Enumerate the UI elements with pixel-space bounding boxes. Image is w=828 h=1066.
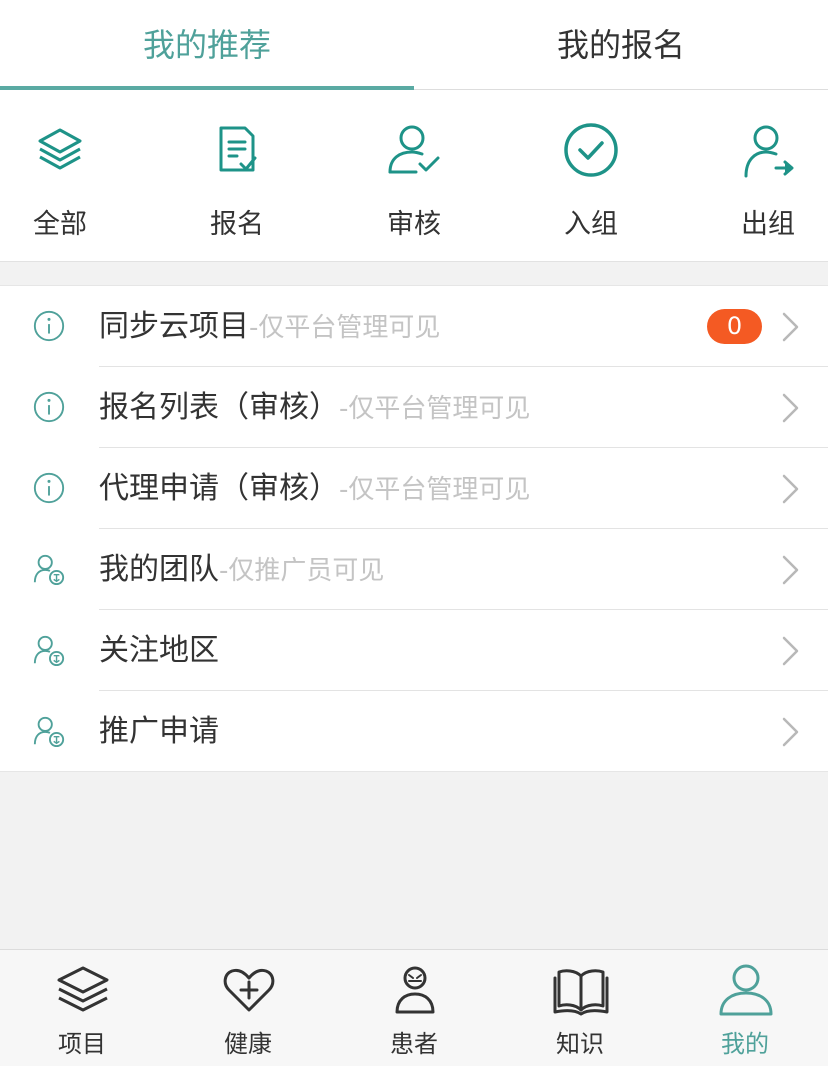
quick-action-label: 报名 [210, 209, 264, 240]
agent-user-icon [33, 635, 65, 667]
chevron-right-icon [782, 636, 799, 666]
chevron-right-icon [782, 393, 799, 423]
top-tabs: 我的推荐 我的报名 [0, 0, 828, 90]
menu-item-hint: -仅推广员可见 [219, 556, 385, 586]
tabbar-item-mine[interactable]: 我的 [680, 950, 810, 1058]
user-check-icon [388, 125, 440, 174]
menu-item-text: 关注地区 [99, 610, 219, 691]
tabbar-label: 我的 [721, 1030, 769, 1058]
user-arrow-icon [744, 125, 794, 178]
tabbar-label: 项目 [58, 1030, 106, 1058]
chevron-right-icon [782, 717, 799, 747]
menu-item-sync-cloud[interactable]: 同步云项目-仅平台管理可见 0 [0, 286, 828, 367]
info-icon [33, 391, 65, 423]
menu-item-signup-list[interactable]: 报名列表（审核）-仅平台管理可见 [0, 367, 828, 448]
tabbar-item-knowledge[interactable]: 知识 [515, 950, 645, 1058]
menu-item-title: 推广申请 [99, 714, 219, 749]
menu-item-agent-apply[interactable]: 代理申请（审核）-仅平台管理可见 [0, 448, 828, 529]
agent-user-icon [33, 716, 65, 748]
quick-action-label: 入组 [564, 209, 618, 240]
menu-item-title: 同步云项目 [99, 309, 249, 344]
tabbar-label: 健康 [224, 1030, 272, 1058]
tab-my-recommend[interactable]: 我的推荐 [0, 0, 414, 90]
chevron-right-icon [782, 474, 799, 504]
info-icon [33, 310, 65, 342]
quick-action-signup[interactable]: 报名 [177, 90, 297, 262]
menu-item-title: 关注地区 [99, 633, 219, 668]
tabbar-label: 知识 [556, 1030, 604, 1058]
menu-item-follow-region[interactable]: 关注地区 [0, 610, 828, 691]
quick-actions: 全部 报名 审核 入组 出组 [0, 90, 828, 262]
layers-icon [57, 966, 109, 1012]
chevron-right-icon [782, 555, 799, 585]
tabbar-label: 患者 [390, 1030, 438, 1058]
layers-icon [38, 128, 82, 170]
tabbar-item-patients[interactable]: 患者 [349, 950, 479, 1058]
bottom-tab-bar: 项目 健康 患者 知识 我的 [0, 949, 828, 1066]
book-icon [553, 969, 609, 1016]
info-icon [33, 472, 65, 504]
agent-user-icon [33, 554, 65, 586]
menu-item-hint: -仅平台管理可见 [249, 313, 441, 343]
chevron-right-icon [782, 312, 799, 342]
menu-item-text: 我的团队-仅推广员可见 [99, 529, 384, 610]
menu-item-my-team[interactable]: 我的团队-仅推广员可见 [0, 529, 828, 610]
heart-plus-icon [223, 968, 275, 1012]
menu-item-text: 报名列表（审核）-仅平台管理可见 [99, 367, 530, 448]
quick-action-all[interactable]: 全部 [0, 90, 120, 262]
circle-check-icon [564, 123, 618, 177]
quick-action-label: 出组 [741, 209, 795, 240]
menu-item-hint: -仅平台管理可见 [339, 475, 531, 505]
menu-item-text: 推广申请 [99, 691, 219, 772]
quick-action-enroll[interactable]: 入组 [531, 90, 651, 262]
document-check-icon [219, 126, 257, 172]
menu-item-promo-apply[interactable]: 推广申请 [0, 691, 828, 772]
menu-item-text: 代理申请（审核）-仅平台管理可见 [99, 448, 530, 529]
quick-action-review[interactable]: 审核 [354, 90, 474, 262]
quick-action-label: 审核 [387, 209, 441, 240]
menu-item-hint: -仅平台管理可见 [339, 394, 531, 424]
quick-action-exit[interactable]: 出组 [708, 90, 828, 262]
patient-icon [395, 966, 435, 1014]
user-icon [719, 964, 773, 1016]
tabbar-item-projects[interactable]: 项目 [17, 950, 147, 1058]
quick-action-label: 全部 [33, 209, 87, 240]
settings-menu: 同步云项目-仅平台管理可见 0 报名列表（审核）-仅平台管理可见 代理申请（审核… [0, 285, 828, 772]
menu-item-title: 代理申请（审核） [99, 471, 339, 506]
count-badge: 0 [707, 309, 762, 344]
tabbar-item-health[interactable]: 健康 [183, 950, 313, 1058]
menu-item-title: 报名列表（审核） [99, 390, 339, 425]
menu-item-title: 我的团队 [99, 552, 219, 587]
tab-my-signup[interactable]: 我的报名 [414, 0, 828, 89]
menu-item-text: 同步云项目-仅平台管理可见 [99, 286, 440, 367]
